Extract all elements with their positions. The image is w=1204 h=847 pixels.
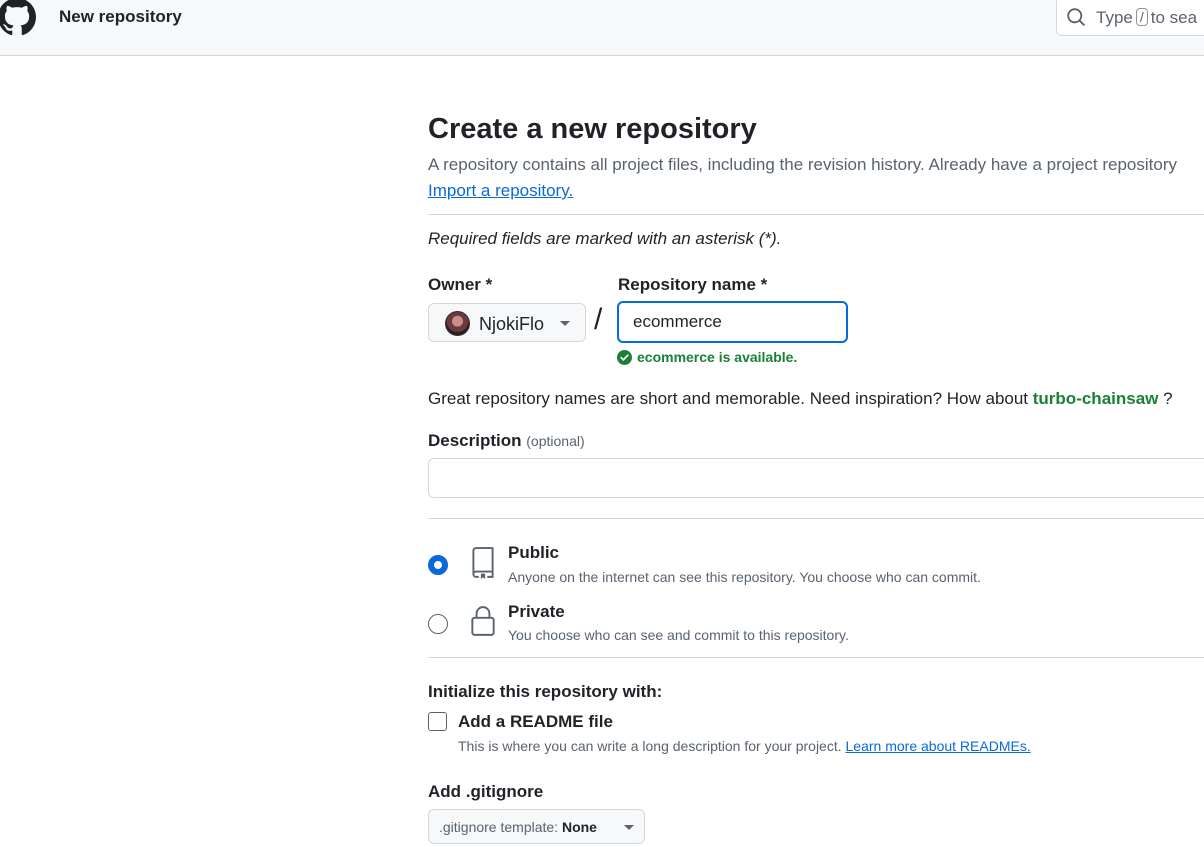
initialize-label: Initialize this repository with:: [428, 682, 663, 701]
avatar: [445, 311, 470, 336]
gitignore-prefix: .gitignore template:: [439, 819, 559, 835]
optional-hint: (optional): [526, 433, 585, 449]
availability-message: ecommerce is available.: [617, 349, 797, 365]
private-option-desc: You choose who can see and commit to thi…: [508, 627, 849, 643]
chevron-down-icon: [560, 321, 570, 326]
learn-readme-link[interactable]: Learn more about READMEs.: [846, 738, 1031, 754]
private-option-title: Private: [508, 602, 565, 621]
page-title: Create a new repository: [428, 113, 757, 145]
search-prefix-text: Type: [1096, 8, 1133, 27]
public-option-desc: Anyone on the internet can see this repo…: [508, 569, 981, 585]
description-input[interactable]: [428, 458, 1204, 498]
gitignore-button-text: .gitignore template: None: [439, 819, 597, 835]
description-label-text: Description: [428, 431, 522, 450]
page-subtitle: A repository contains all project files,…: [428, 155, 1178, 174]
search-shortcut-key: /: [1135, 8, 1148, 26]
availability-text: ecommerce is available.: [637, 349, 798, 365]
divider: [428, 214, 1204, 215]
owner-name: NjokiFlo: [479, 314, 545, 334]
repo-icon: [472, 547, 494, 579]
gitignore-template-dropdown[interactable]: .gitignore template: None: [428, 809, 645, 844]
private-radio[interactable]: [428, 614, 448, 634]
repo-name-label: Repository name *: [618, 275, 768, 294]
top-header: New repository Type / to sea: [0, 0, 1204, 56]
name-suggestion: Great repository names are short and mem…: [428, 389, 1173, 409]
repo-name-input[interactable]: [617, 301, 848, 343]
search-suffix-text: to sea: [1150, 8, 1198, 27]
owner-repo-separator: /: [594, 303, 603, 336]
public-option-title: Public: [508, 543, 560, 562]
gitignore-label: Add .gitignore: [428, 782, 544, 801]
divider: [428, 518, 1204, 519]
header-title: New repository: [59, 7, 182, 26]
import-repository-link[interactable]: Import a repository.: [428, 181, 573, 201]
check-circle-icon: [617, 350, 632, 365]
suggested-name-link[interactable]: turbo-chainsaw: [1033, 389, 1159, 408]
owner-dropdown[interactable]: NjokiFlo: [428, 303, 586, 342]
add-readme-label[interactable]: Add a README file: [458, 712, 613, 732]
search-input[interactable]: Type / to sea: [1056, 0, 1204, 36]
add-readme-checkbox[interactable]: [428, 712, 447, 731]
owner-label: Owner *: [428, 275, 493, 294]
readme-description: This is where you can write a long descr…: [458, 738, 1031, 754]
suggestion-text: Great repository names are short and mem…: [428, 389, 1029, 408]
gitignore-value: None: [561, 819, 597, 835]
search-icon: [1067, 8, 1085, 26]
required-fields-note: Required fields are marked with an aster…: [428, 229, 782, 248]
suggestion-suffix: ?: [1163, 389, 1173, 408]
public-radio[interactable]: [428, 555, 448, 575]
lock-icon: [471, 606, 495, 636]
divider: [428, 657, 1204, 658]
chevron-down-icon: [624, 825, 634, 830]
search-placeholder: Type / to sea: [1096, 8, 1197, 28]
github-mark-icon[interactable]: [0, 0, 38, 36]
description-label: Description (optional): [428, 431, 585, 451]
readme-desc-text: This is where you can write a long descr…: [458, 738, 842, 754]
